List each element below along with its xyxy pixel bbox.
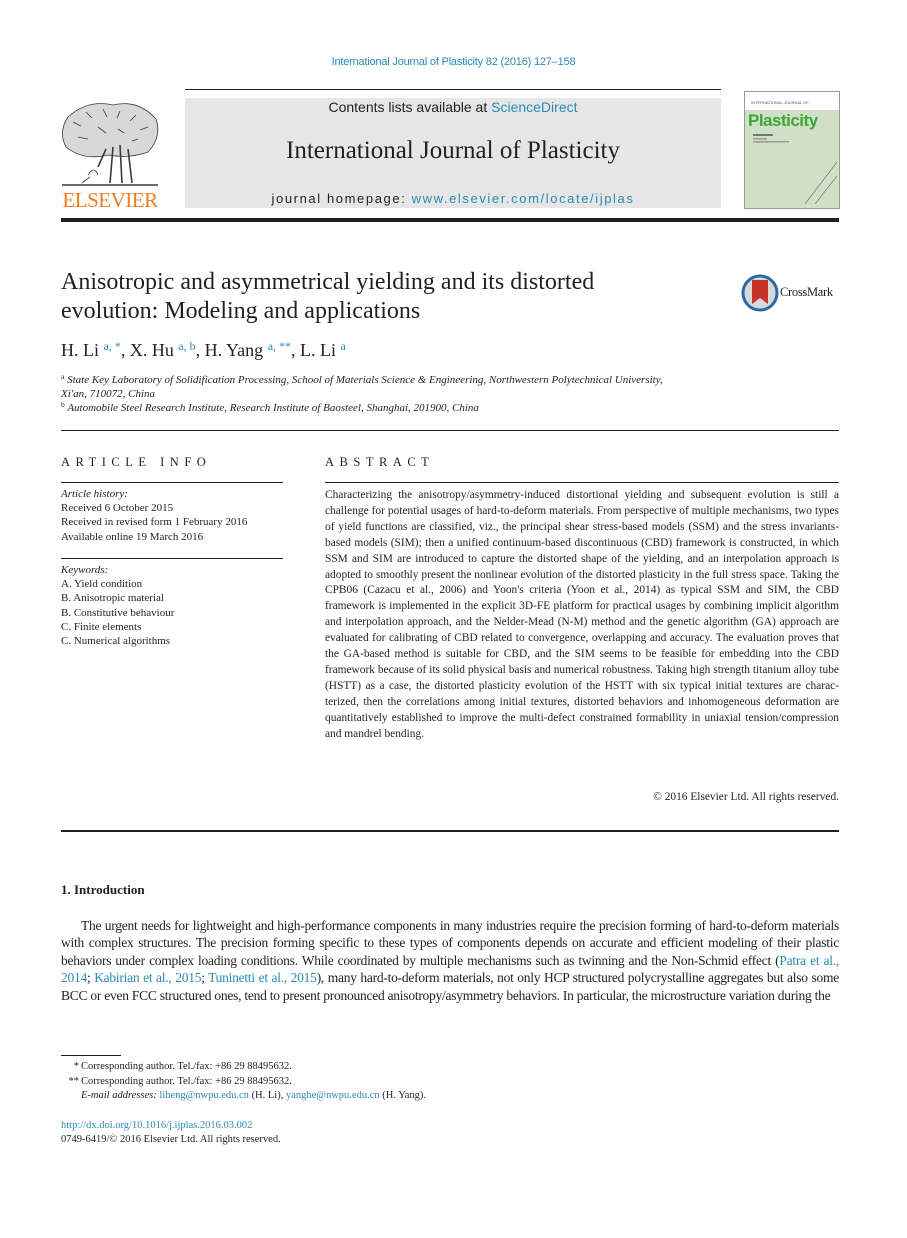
reference-link[interactable]: Kabirian et al., 2015 (94, 970, 201, 985)
abstract-end-rule (61, 830, 839, 832)
footnote-mark: * (73, 1061, 79, 1072)
email-label: E-mail addresses: (81, 1090, 160, 1101)
journal-title: International Journal of Plasticity (286, 137, 620, 164)
footnote-text: Corresponding author. Tel./fax: +86 29 8… (81, 1061, 292, 1072)
keyword-item: B. Constitutive behaviour (61, 606, 175, 619)
footnote-corresponding-2: ** Corresponding author. Tel./fax: +86 29… (61, 1075, 292, 1089)
keywords: Keywords: A. Yield condition B. Anisotro… (61, 563, 283, 648)
keyword-item: B. Anisotropic material (61, 592, 164, 605)
email-link[interactable]: liheng@nwpu.edu.cn (159, 1090, 249, 1101)
introduction-heading: 1. Introduction (61, 882, 145, 897)
doi-link[interactable]: http://dx.doi.org/10.1016/j.ijplas.2016.… (61, 1120, 252, 1131)
author-separator: , (195, 340, 205, 360)
email-owner: (H. Yang). (379, 1090, 427, 1101)
homepage-prefix: journal homepage: (271, 191, 412, 206)
article-title-line-1: Anisotropic and asymmetrical yielding an… (61, 269, 595, 295)
author-name[interactable]: H. Yang (205, 340, 264, 360)
introduction-paragraph: The urgent needs for lightweight and hig… (61, 918, 839, 1003)
author-name[interactable]: L. Li (300, 340, 336, 360)
crossmark-label[interactable]: CrossMark (780, 285, 833, 300)
email-owner: (H. Li), (248, 1090, 286, 1101)
affiliation-line: Xi'an, 710072, China (61, 388, 156, 400)
intro-text-part: The urgent needs for lightweight and hig… (61, 918, 839, 968)
contents-line: Contents lists available at ScienceDirec… (185, 99, 721, 115)
keyword-item: C. Numerical algorithms (61, 635, 171, 648)
history-item: Received in revised form 1 February 2016 (61, 516, 248, 529)
article-title: Anisotropic and asymmetrical yielding an… (61, 268, 721, 326)
article-title-line-2: evolution: Modeling and applications (61, 298, 421, 324)
journal-citation-link[interactable]: International Journal of Plasticity 82 (… (0, 56, 907, 68)
abstract-copyright: © 2016 Elsevier Ltd. All rights reserved… (653, 791, 839, 803)
footnote-text: Corresponding author. Tel./fax: +86 29 8… (81, 1076, 292, 1087)
homepage-line: journal homepage: www.elsevier.com/locat… (185, 191, 721, 206)
doi-link-text[interactable]: http://dx.doi.org/10.1016/j.ijplas.2016.… (61, 1120, 252, 1131)
header-bottom-rule (61, 218, 839, 222)
history-item: Available online 19 March 2016 (61, 530, 204, 543)
header-top-rule (185, 89, 721, 90)
author-affiliation-marker[interactable]: a, ** (268, 339, 291, 353)
footnote-mark: ** (68, 1076, 80, 1087)
affiliation-line: State Key Laboratory of Solidification P… (67, 374, 663, 386)
author-affiliation-marker[interactable]: a, b (178, 339, 195, 353)
footnote-rule (61, 1055, 121, 1056)
history-item: Received 6 October 2015 (61, 502, 174, 515)
keyword-item: A. Yield condition (61, 578, 143, 591)
issn-copyright: 0749-6419/© 2016 Elsevier Ltd. All right… (61, 1134, 281, 1145)
contents-prefix: Contents lists available at (328, 99, 492, 115)
article-history-heading: Article history: (61, 488, 128, 500)
homepage-link[interactable]: www.elsevier.com/locate/ijplas (412, 191, 635, 206)
affiliation-b: b Automobile Steel Research Institute, R… (61, 401, 761, 415)
cover-decoration-lines (753, 134, 838, 205)
author-separator: , (120, 340, 130, 360)
abstract-text: Characterizing the anisotropy/asymmetry-… (325, 489, 839, 740)
author-name[interactable]: X. Hu (130, 340, 174, 360)
keyword-item: C. Finite elements (61, 620, 142, 633)
footnote-emails: E-mail addresses: liheng@nwpu.edu.cn (H.… (81, 1089, 426, 1103)
article-info-rule (61, 482, 283, 483)
affiliation-mark: a (61, 372, 65, 381)
author-name[interactable]: H. Li (61, 340, 99, 360)
journal-cover-thumbnail[interactable]: INTERNATIONAL JOURNAL OF Plasticity (744, 91, 840, 209)
affiliation-a: a State Key Laboratory of Solidification… (61, 373, 761, 401)
keywords-heading: Keywords: (61, 564, 109, 576)
author-affiliation-marker[interactable]: a (341, 339, 346, 353)
metadata-rule (61, 430, 839, 431)
article-history: Article history: Received 6 October 2015… (61, 487, 283, 544)
footnote-corresponding-1: * Corresponding author. Tel./fax: +86 29 … (61, 1060, 292, 1074)
author-separator: , (291, 340, 301, 360)
elsevier-wordmark: ELSEVIER (62, 188, 158, 212)
sciencedirect-link[interactable]: ScienceDirect (491, 99, 577, 115)
reference-link[interactable]: Tuninetti et al., 2015 (208, 970, 317, 985)
affiliation-line: Automobile Steel Research Institute, Res… (67, 402, 479, 414)
abstract-rule (325, 482, 839, 483)
affiliation-mark: b (61, 400, 65, 409)
author-affiliation-marker[interactable]: a, * (104, 339, 121, 353)
abstract-heading: ABSTRACT (325, 455, 435, 469)
article-info-heading: ARTICLE INFO (61, 455, 212, 469)
keywords-rule (61, 558, 283, 559)
email-link[interactable]: yanghe@nwpu.edu.cn (286, 1090, 380, 1101)
author-list: H. Li a, *, X. Hu a, b, H. Yang a, **, L… (61, 340, 346, 361)
